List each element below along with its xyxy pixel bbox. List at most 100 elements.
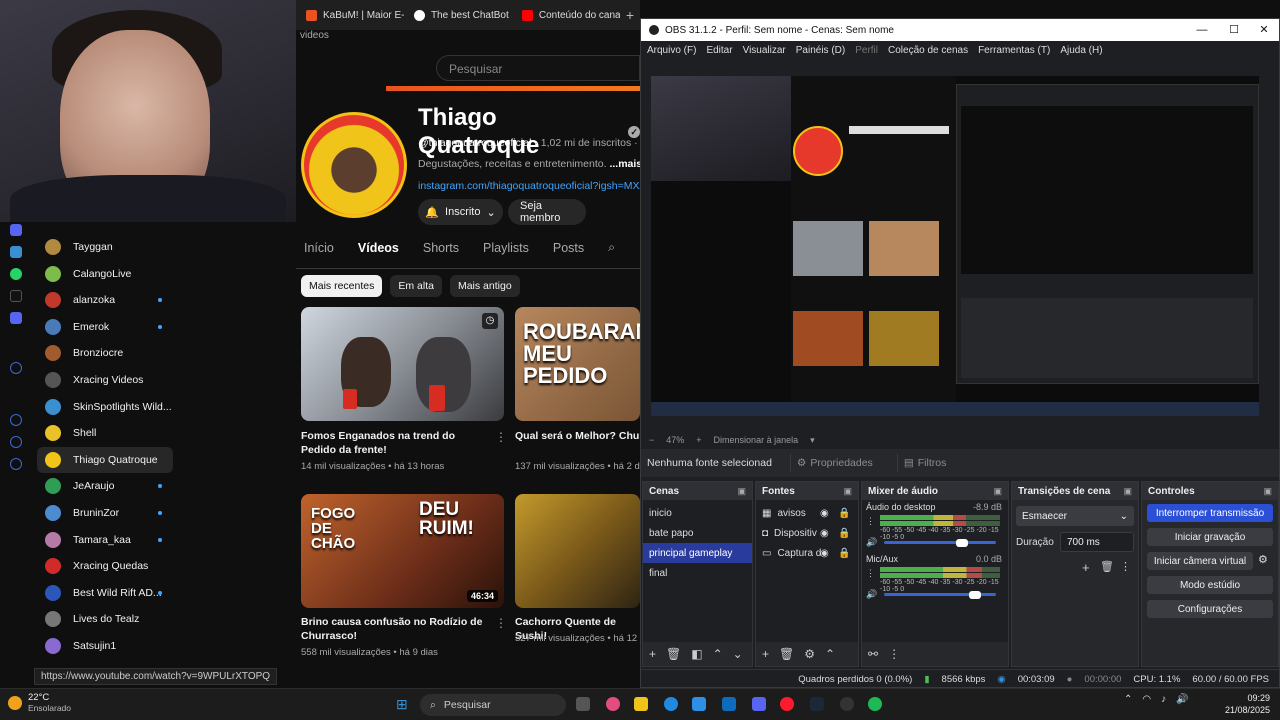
- windows-start-icon[interactable]: ⊞: [396, 696, 408, 713]
- trash-icon[interactable]: 🗑: [779, 647, 794, 661]
- play-circle-icon[interactable]: [10, 362, 22, 374]
- sidebar-subscription-item[interactable]: Best Wild Rift AD...: [37, 580, 173, 606]
- scene-item[interactable]: final: [643, 563, 752, 583]
- close-icon[interactable]: ✕: [1249, 19, 1279, 41]
- sidebar-subscription-item[interactable]: Bronziocre: [37, 340, 173, 366]
- browser-tab-kabum[interactable]: KaBuM! | Maior E-comme: [296, 0, 404, 30]
- channel-description[interactable]: Degustações, receitas e entretenimento. …: [418, 158, 640, 170]
- browser-tab-chatbot[interactable]: The best ChatBot and W: [404, 0, 512, 30]
- video-title[interactable]: Fomos Enganados na trend do Pedido da fr…: [301, 429, 491, 457]
- volume-icon[interactable]: 🔊: [1176, 694, 1188, 705]
- sidebar-subscription-item[interactable]: alanzoka: [37, 287, 173, 313]
- menu-docks[interactable]: Painéis (D): [796, 45, 845, 56]
- filter-icon[interactable]: ◧: [691, 647, 702, 661]
- video-title[interactable]: Qual será o Melhor? Churrasca Barbacoa!: [515, 429, 640, 443]
- spotify-icon[interactable]: [868, 697, 882, 711]
- sidebar-subscription-item[interactable]: Satsujin1: [37, 633, 173, 659]
- volume-slider[interactable]: [969, 591, 981, 599]
- search-icon[interactable]: ⌕: [608, 240, 615, 255]
- settings-icon[interactable]: [10, 458, 22, 470]
- chevron-up-icon[interactable]: ⌃: [1124, 694, 1132, 705]
- channel-link[interactable]: instagram.com/thiagoquatroqueoficial?igs…: [418, 180, 640, 192]
- video-thumbnail[interactable]: [515, 494, 640, 608]
- add-icon[interactable]: +: [649, 647, 656, 661]
- menu-tools[interactable]: Ferramentas (T): [978, 45, 1050, 56]
- weather-widget[interactable]: 22°C Ensolarado: [8, 692, 71, 714]
- visibility-eye-icon[interactable]: ◉: [820, 528, 829, 539]
- sidebar-subscription-item[interactable]: Emerok: [37, 314, 173, 340]
- link-icon[interactable]: ⚯: [868, 647, 878, 661]
- video-thumbnail[interactable]: ◷: [301, 307, 504, 421]
- sidebar-subscription-item[interactable]: Shell: [37, 420, 173, 446]
- zoom-out-button[interactable]: −: [649, 435, 654, 445]
- properties-button[interactable]: ⚙ Propriedades: [789, 454, 879, 472]
- gear-icon[interactable]: ⚙: [1258, 553, 1268, 566]
- chevron-up-icon[interactable]: ⌃: [825, 647, 835, 661]
- more-vert-icon[interactable]: ⋮: [888, 647, 900, 661]
- add-icon[interactable]: +: [1082, 560, 1090, 575]
- scene-item[interactable]: bate papo: [643, 523, 752, 543]
- lock-icon[interactable]: 🔒: [838, 508, 850, 519]
- chevron-up-icon[interactable]: ⌃: [713, 647, 723, 661]
- chip-popular[interactable]: Em alta: [390, 275, 442, 297]
- start-recording-button[interactable]: Iniciar gravação: [1147, 528, 1273, 546]
- volume-slider[interactable]: [956, 539, 968, 547]
- minimize-icon[interactable]: —: [1187, 19, 1217, 41]
- dock-float-icon[interactable]: ▣: [1263, 486, 1272, 497]
- scene-item[interactable]: inicio: [643, 503, 752, 523]
- scene-item-active[interactable]: principal gameplay: [643, 543, 752, 563]
- obs-icon[interactable]: [840, 697, 854, 711]
- tab-videos[interactable]: Vídeos: [358, 241, 399, 255]
- mixer-menu-icon[interactable]: ⋮: [866, 568, 875, 579]
- dock-float-icon[interactable]: ▣: [993, 486, 1002, 497]
- opera-icon[interactable]: [780, 697, 794, 711]
- task-view-icon[interactable]: [576, 697, 590, 711]
- more-vert-icon[interactable]: ⋮: [1120, 560, 1131, 573]
- tiktok-icon[interactable]: [10, 290, 22, 302]
- new-tab-button[interactable]: +: [620, 7, 640, 23]
- dock-float-icon[interactable]: ▣: [843, 486, 852, 497]
- menu-scene-collection[interactable]: Coleção de cenas: [888, 45, 968, 56]
- studio-mode-button[interactable]: Modo estúdio: [1147, 576, 1273, 594]
- more-vert-icon[interactable]: ⋮: [495, 430, 507, 444]
- lock-icon[interactable]: 🔒: [838, 548, 850, 559]
- watch-later-icon[interactable]: ◷: [482, 313, 498, 329]
- sidebar-subscription-item[interactable]: SkinSpotlights Wild...: [37, 394, 173, 420]
- source-item[interactable]: ▦ avisos ◉ 🔒: [756, 503, 858, 523]
- mic-icon[interactable]: ♪: [1161, 694, 1166, 705]
- copilot-icon[interactable]: [606, 697, 620, 711]
- chevron-down-icon[interactable]: ⌄: [733, 647, 743, 661]
- menu-file[interactable]: Arquivo (F): [647, 45, 696, 56]
- speaker-icon[interactable]: 🔊: [866, 589, 877, 600]
- sidebar-subscription-item[interactable]: Lives do Tealz: [37, 606, 173, 632]
- browser-tab-youtube[interactable]: Conteúdo do canal - YouT: [512, 0, 620, 30]
- start-virtual-camera-button[interactable]: Iniciar câmera virtual: [1147, 552, 1253, 570]
- wifi-icon[interactable]: ◠: [1142, 694, 1151, 705]
- maximize-icon[interactable]: ☐: [1219, 19, 1249, 41]
- visibility-eye-icon[interactable]: ◉: [820, 548, 829, 559]
- dock-float-icon[interactable]: ▣: [737, 486, 746, 497]
- taskbar-clock[interactable]: 09:29 21/08/2025: [1194, 692, 1270, 716]
- join-button[interactable]: Seja membro: [508, 199, 586, 225]
- tab-inicio[interactable]: Início: [304, 241, 334, 255]
- source-item[interactable]: ▭ Captura d ◉ 🔒: [756, 543, 858, 563]
- more-vert-icon[interactable]: ⋮: [495, 616, 507, 630]
- share-icon[interactable]: [10, 436, 22, 448]
- outlook-icon[interactable]: [722, 697, 736, 711]
- tab-playlists[interactable]: Playlists: [483, 241, 529, 255]
- twitch-icon[interactable]: [10, 224, 22, 236]
- duration-input[interactable]: 700 ms: [1060, 532, 1134, 552]
- file-explorer-icon[interactable]: [634, 697, 648, 711]
- sidebar-subscription-item[interactable]: Tamara_kaa: [37, 527, 173, 553]
- discord-icon[interactable]: [752, 697, 766, 711]
- zoom-in-button[interactable]: +: [696, 435, 701, 445]
- visibility-eye-icon[interactable]: ◉: [820, 508, 829, 519]
- video-thumbnail[interactable]: ROUBARAM MEU PEDIDO: [515, 307, 640, 421]
- menu-profile[interactable]: Perfil: [855, 45, 878, 56]
- menu-help[interactable]: Ajuda (H): [1060, 45, 1102, 56]
- sidebar-subscription-item[interactable]: Xracing Quedas: [37, 553, 173, 579]
- messenger-icon[interactable]: [10, 246, 22, 258]
- sidebar-subscription-item[interactable]: BruninZor: [37, 500, 173, 526]
- settings-button[interactable]: Configurações: [1147, 600, 1273, 618]
- chevron-down-icon[interactable]: ▾: [810, 435, 815, 446]
